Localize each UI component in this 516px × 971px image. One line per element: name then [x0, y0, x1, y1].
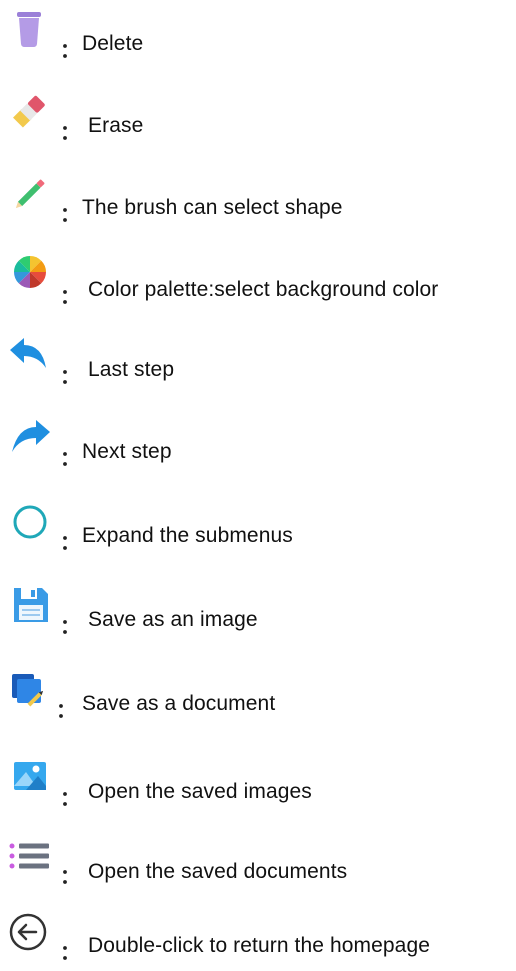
separator: ： — [60, 448, 80, 470]
legend-label-delete: Delete — [82, 32, 144, 55]
legend-label-next-step: Next step — [82, 440, 172, 463]
image-gallery-icon — [8, 756, 52, 800]
separator: ： — [60, 616, 80, 638]
legend-item-return-homepage: ： Double-click to return the homepage — [0, 912, 516, 964]
separator: ： — [60, 366, 80, 388]
floppy-disk-icon — [8, 584, 52, 628]
legend-item-brush: ： The brush can select shape — [0, 172, 516, 226]
legend-item-open-documents: ： Open the saved documents — [0, 836, 516, 888]
legend-item-last-step: ： Last step — [0, 334, 516, 388]
legend-label-save-document: Save as a document — [82, 692, 276, 715]
separator: ： — [60, 204, 80, 226]
legend-item-color-palette: ： Color palette:select background color — [0, 252, 516, 308]
list-icon — [8, 836, 52, 880]
trash-icon — [8, 8, 52, 52]
redo-arrow-icon — [8, 416, 52, 460]
legend-label-open-images: Open the saved images — [88, 780, 312, 803]
legend-item-open-images: ： Open the saved images — [0, 756, 516, 810]
legend-item-expand-submenus: ： Expand the submenus — [0, 500, 516, 554]
pencil-icon — [8, 172, 52, 216]
separator: ： — [60, 40, 80, 62]
back-circle-icon — [8, 912, 52, 956]
separator: ： — [56, 700, 76, 722]
undo-arrow-icon — [8, 334, 52, 378]
eraser-icon — [8, 90, 52, 134]
legend-label-return-homepage: Double-click to return the homepage — [88, 934, 431, 957]
legend-label-erase: Erase — [88, 114, 144, 137]
legend-item-erase: ： Erase — [0, 90, 516, 144]
color-palette-icon — [8, 252, 52, 296]
circle-icon — [8, 500, 52, 544]
legend-label-open-documents: Open the saved documents — [88, 860, 348, 883]
legend-item-save-image: ： Save as an image — [0, 584, 516, 638]
legend-label-color-palette: Color palette:select background color — [88, 278, 439, 301]
legend-label-expand-submenus: Expand the submenus — [82, 524, 293, 547]
separator: ： — [60, 866, 80, 888]
separator: ： — [60, 788, 80, 810]
legend-item-delete: ： Delete — [0, 8, 516, 62]
legend-item-next-step: ： Next step — [0, 416, 516, 470]
separator: ： — [60, 286, 80, 308]
legend-label-save-image: Save as an image — [88, 608, 258, 631]
legend-label-last-step: Last step — [88, 358, 175, 381]
document-edit-icon — [8, 668, 52, 712]
separator: ： — [60, 942, 80, 964]
legend-label-brush: The brush can select shape — [82, 196, 343, 219]
separator: ： — [60, 122, 80, 144]
legend-item-save-document: ： Save as a document — [0, 668, 516, 722]
separator: ： — [60, 532, 80, 554]
